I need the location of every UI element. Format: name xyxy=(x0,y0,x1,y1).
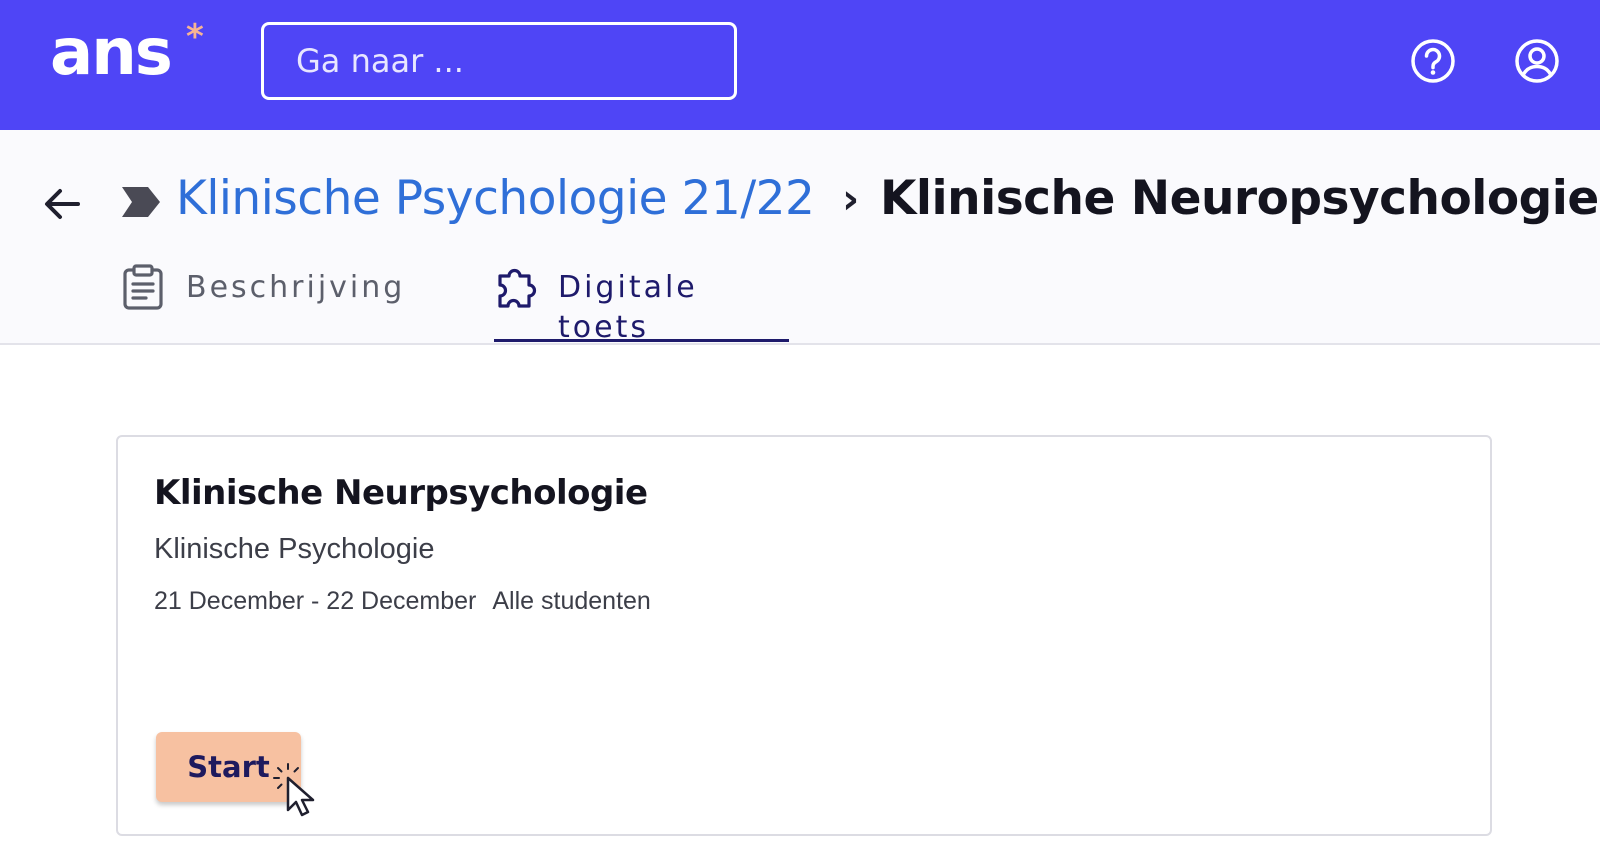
assessment-title: Klinische Neurpsychologie xyxy=(154,473,648,513)
assessment-date-range: 21 December - 22 December xyxy=(154,587,477,615)
help-icon[interactable] xyxy=(1408,36,1458,86)
ans-logo[interactable]: ans xyxy=(50,18,173,88)
tab-digitale-toets[interactable]: Digitale toets xyxy=(494,250,789,345)
tab-digitale-toets-label: Digitale toets xyxy=(558,270,698,345)
logo-star: * xyxy=(186,17,204,57)
tab-beschrijving-label: Beschrijving xyxy=(186,270,406,305)
top-bar: ans * xyxy=(0,0,1600,130)
puzzle-icon xyxy=(494,264,537,310)
page-title: Klinische Neuropsychologie xyxy=(880,171,1599,226)
breadcrumb-tag-icon xyxy=(120,184,164,220)
assessment-course: Klinische Psychologie xyxy=(154,533,435,565)
clipboard-icon xyxy=(122,264,164,310)
tab-beschrijving[interactable]: Beschrijving xyxy=(122,250,405,342)
assessment-audience: Alle studenten xyxy=(492,587,651,615)
assessment-card: Klinische Neurpsychologie Klinische Psyc… xyxy=(116,435,1492,836)
subheader: Klinische Psychologie 21/22 › Klinische … xyxy=(0,130,1600,345)
account-icon[interactable] xyxy=(1512,36,1562,86)
assessment-meta: 21 December - 22 December Alle studenten xyxy=(154,587,651,616)
start-button[interactable]: Start xyxy=(156,732,301,802)
back-arrow-icon[interactable] xyxy=(40,182,84,226)
search-input[interactable] xyxy=(261,22,737,100)
breadcrumb-parent-link[interactable]: Klinische Psychologie 21/22 xyxy=(176,166,815,232)
breadcrumb-separator: › xyxy=(842,174,860,223)
